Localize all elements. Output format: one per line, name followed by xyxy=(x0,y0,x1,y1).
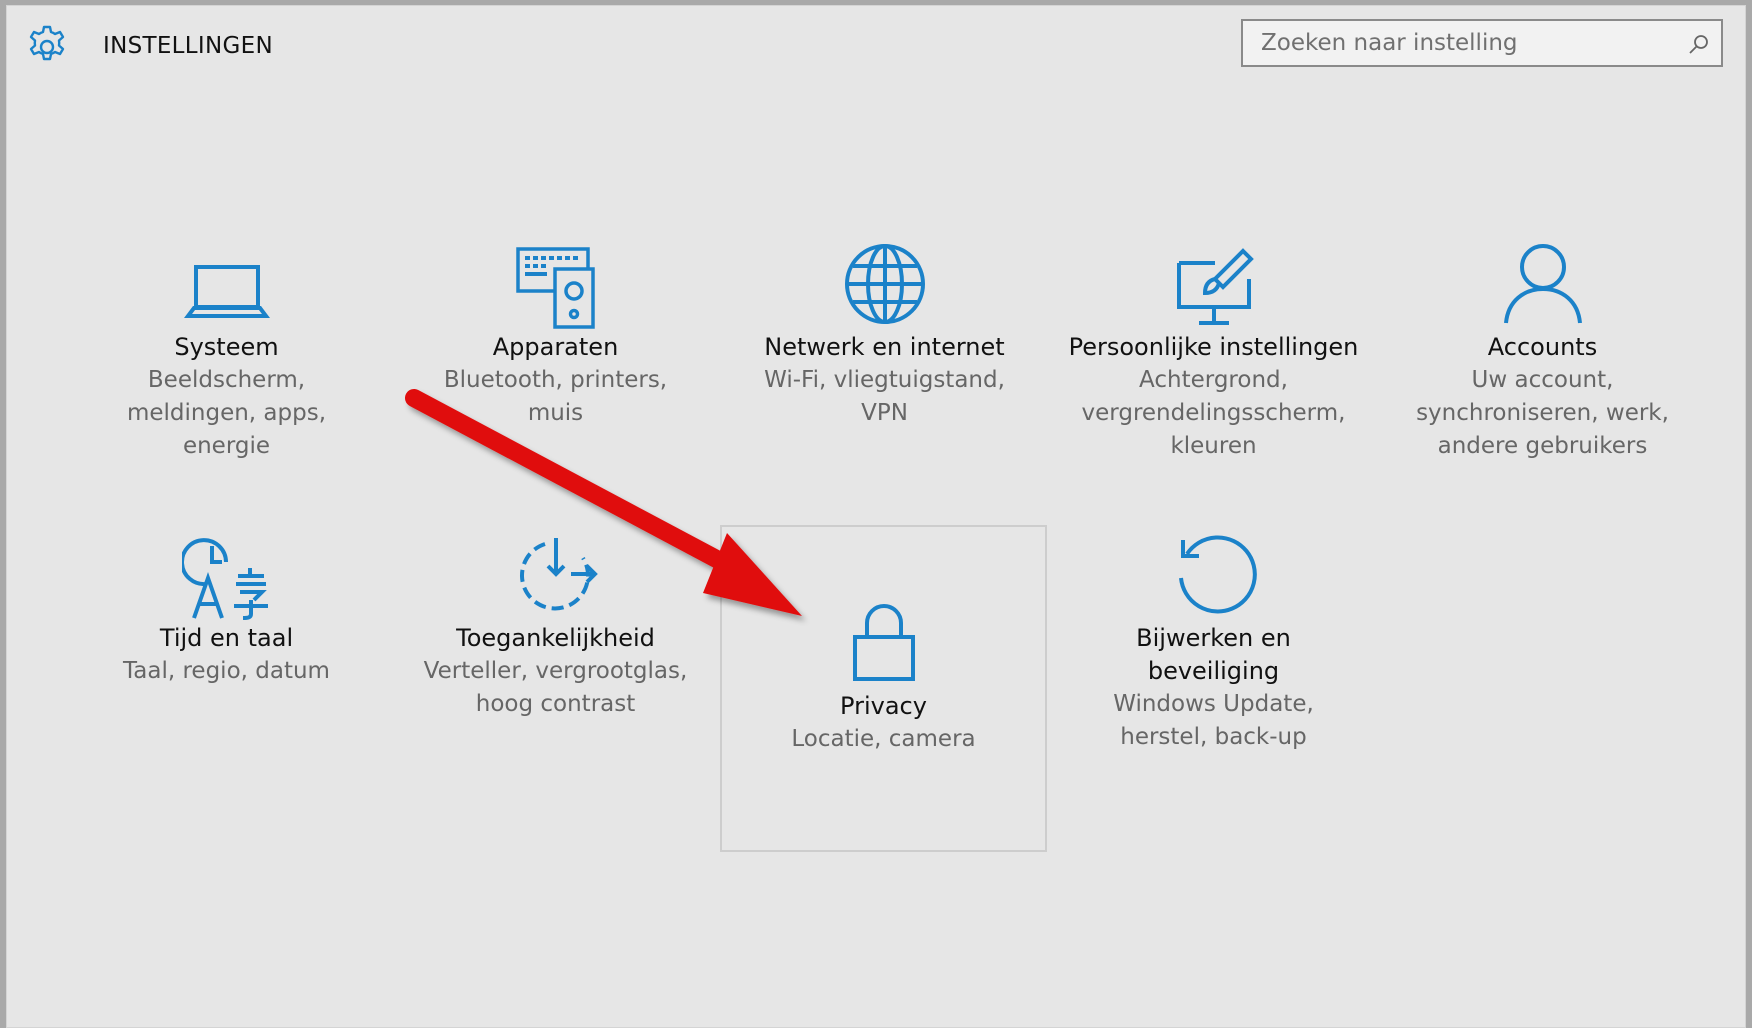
tile-persoonlijk[interactable]: Persoonlijke instellingen Achtergrond, v… xyxy=(1050,233,1377,560)
tile-desc: Verteller, vergrootglas, hoog contrast xyxy=(423,658,688,717)
lock-icon xyxy=(852,604,915,681)
ease-of-access-icon xyxy=(519,538,598,611)
tile-apparaten[interactable]: Apparaten Bluetooth, printers, muis xyxy=(392,233,719,560)
search-input[interactable] xyxy=(1243,21,1721,65)
tile-netwerk[interactable]: Netwerk en internet Wi-Fi, vliegtuigstan… xyxy=(721,233,1048,560)
tile-desc: Wi-Fi, vliegtuigstand, VPN xyxy=(764,367,1005,426)
update-icon xyxy=(1178,535,1257,614)
tile-desc: Windows Update, herstel, back-up xyxy=(1113,691,1314,750)
tile-tijd-taal[interactable]: Tijd en taal Taal, regio, datum xyxy=(63,524,390,851)
tile-name: Systeem xyxy=(174,333,279,361)
tile-desc: Achtergrond, vergrendelingsscherm, kleur… xyxy=(1081,367,1346,459)
globe-icon xyxy=(844,244,925,324)
tile-accounts[interactable]: Accounts Uw account, synchroniseren, wer… xyxy=(1379,233,1706,560)
tile-systeem[interactable]: Systeem Beeldscherm, meldingen, apps, en… xyxy=(63,233,390,560)
search-icon[interactable] xyxy=(1687,32,1711,56)
tile-name: Accounts xyxy=(1487,333,1598,361)
tile-privacy[interactable]: Privacy Locatie, camera xyxy=(720,525,1047,852)
tile-desc: Uw account, synchroniseren, werk, andere… xyxy=(1416,367,1669,459)
search-box[interactable] xyxy=(1241,19,1723,67)
tile-desc: Locatie, camera xyxy=(791,726,976,752)
personalization-icon xyxy=(1176,248,1254,325)
tile-name: Apparaten xyxy=(492,333,619,361)
tile-name: Netwerk en internet xyxy=(764,333,1005,361)
gear-icon xyxy=(29,25,65,61)
tile-name: Bijwerken en beveiliging xyxy=(1136,624,1291,685)
tile-desc: Beeldscherm, meldingen, apps, energie xyxy=(126,367,327,459)
tile-name: Privacy xyxy=(840,692,927,720)
header: INSTELLINGEN xyxy=(6,5,1746,85)
tile-name: Toegankelijkheid xyxy=(456,624,655,652)
tile-name: Persoonlijke instellingen xyxy=(1068,333,1359,361)
tile-toegankelijkheid[interactable]: Toegankelijkheid Verteller, vergrootglas… xyxy=(392,524,719,851)
time-language-icon xyxy=(181,538,268,620)
laptop-icon xyxy=(183,265,270,318)
person-icon xyxy=(1503,244,1582,324)
tile-name: Tijd en taal xyxy=(159,624,294,652)
devices-icon xyxy=(515,247,595,329)
settings-window: INSTELLINGEN Systeem Beeldscherm, meldin… xyxy=(6,5,1746,1028)
tile-bijwerken[interactable]: Bijwerken en beveiliging Windows Update,… xyxy=(1050,524,1377,851)
tile-desc: Taal, regio, datum xyxy=(123,658,330,684)
page-title: INSTELLINGEN xyxy=(103,33,273,59)
tile-desc: Bluetooth, printers, muis xyxy=(443,367,668,426)
